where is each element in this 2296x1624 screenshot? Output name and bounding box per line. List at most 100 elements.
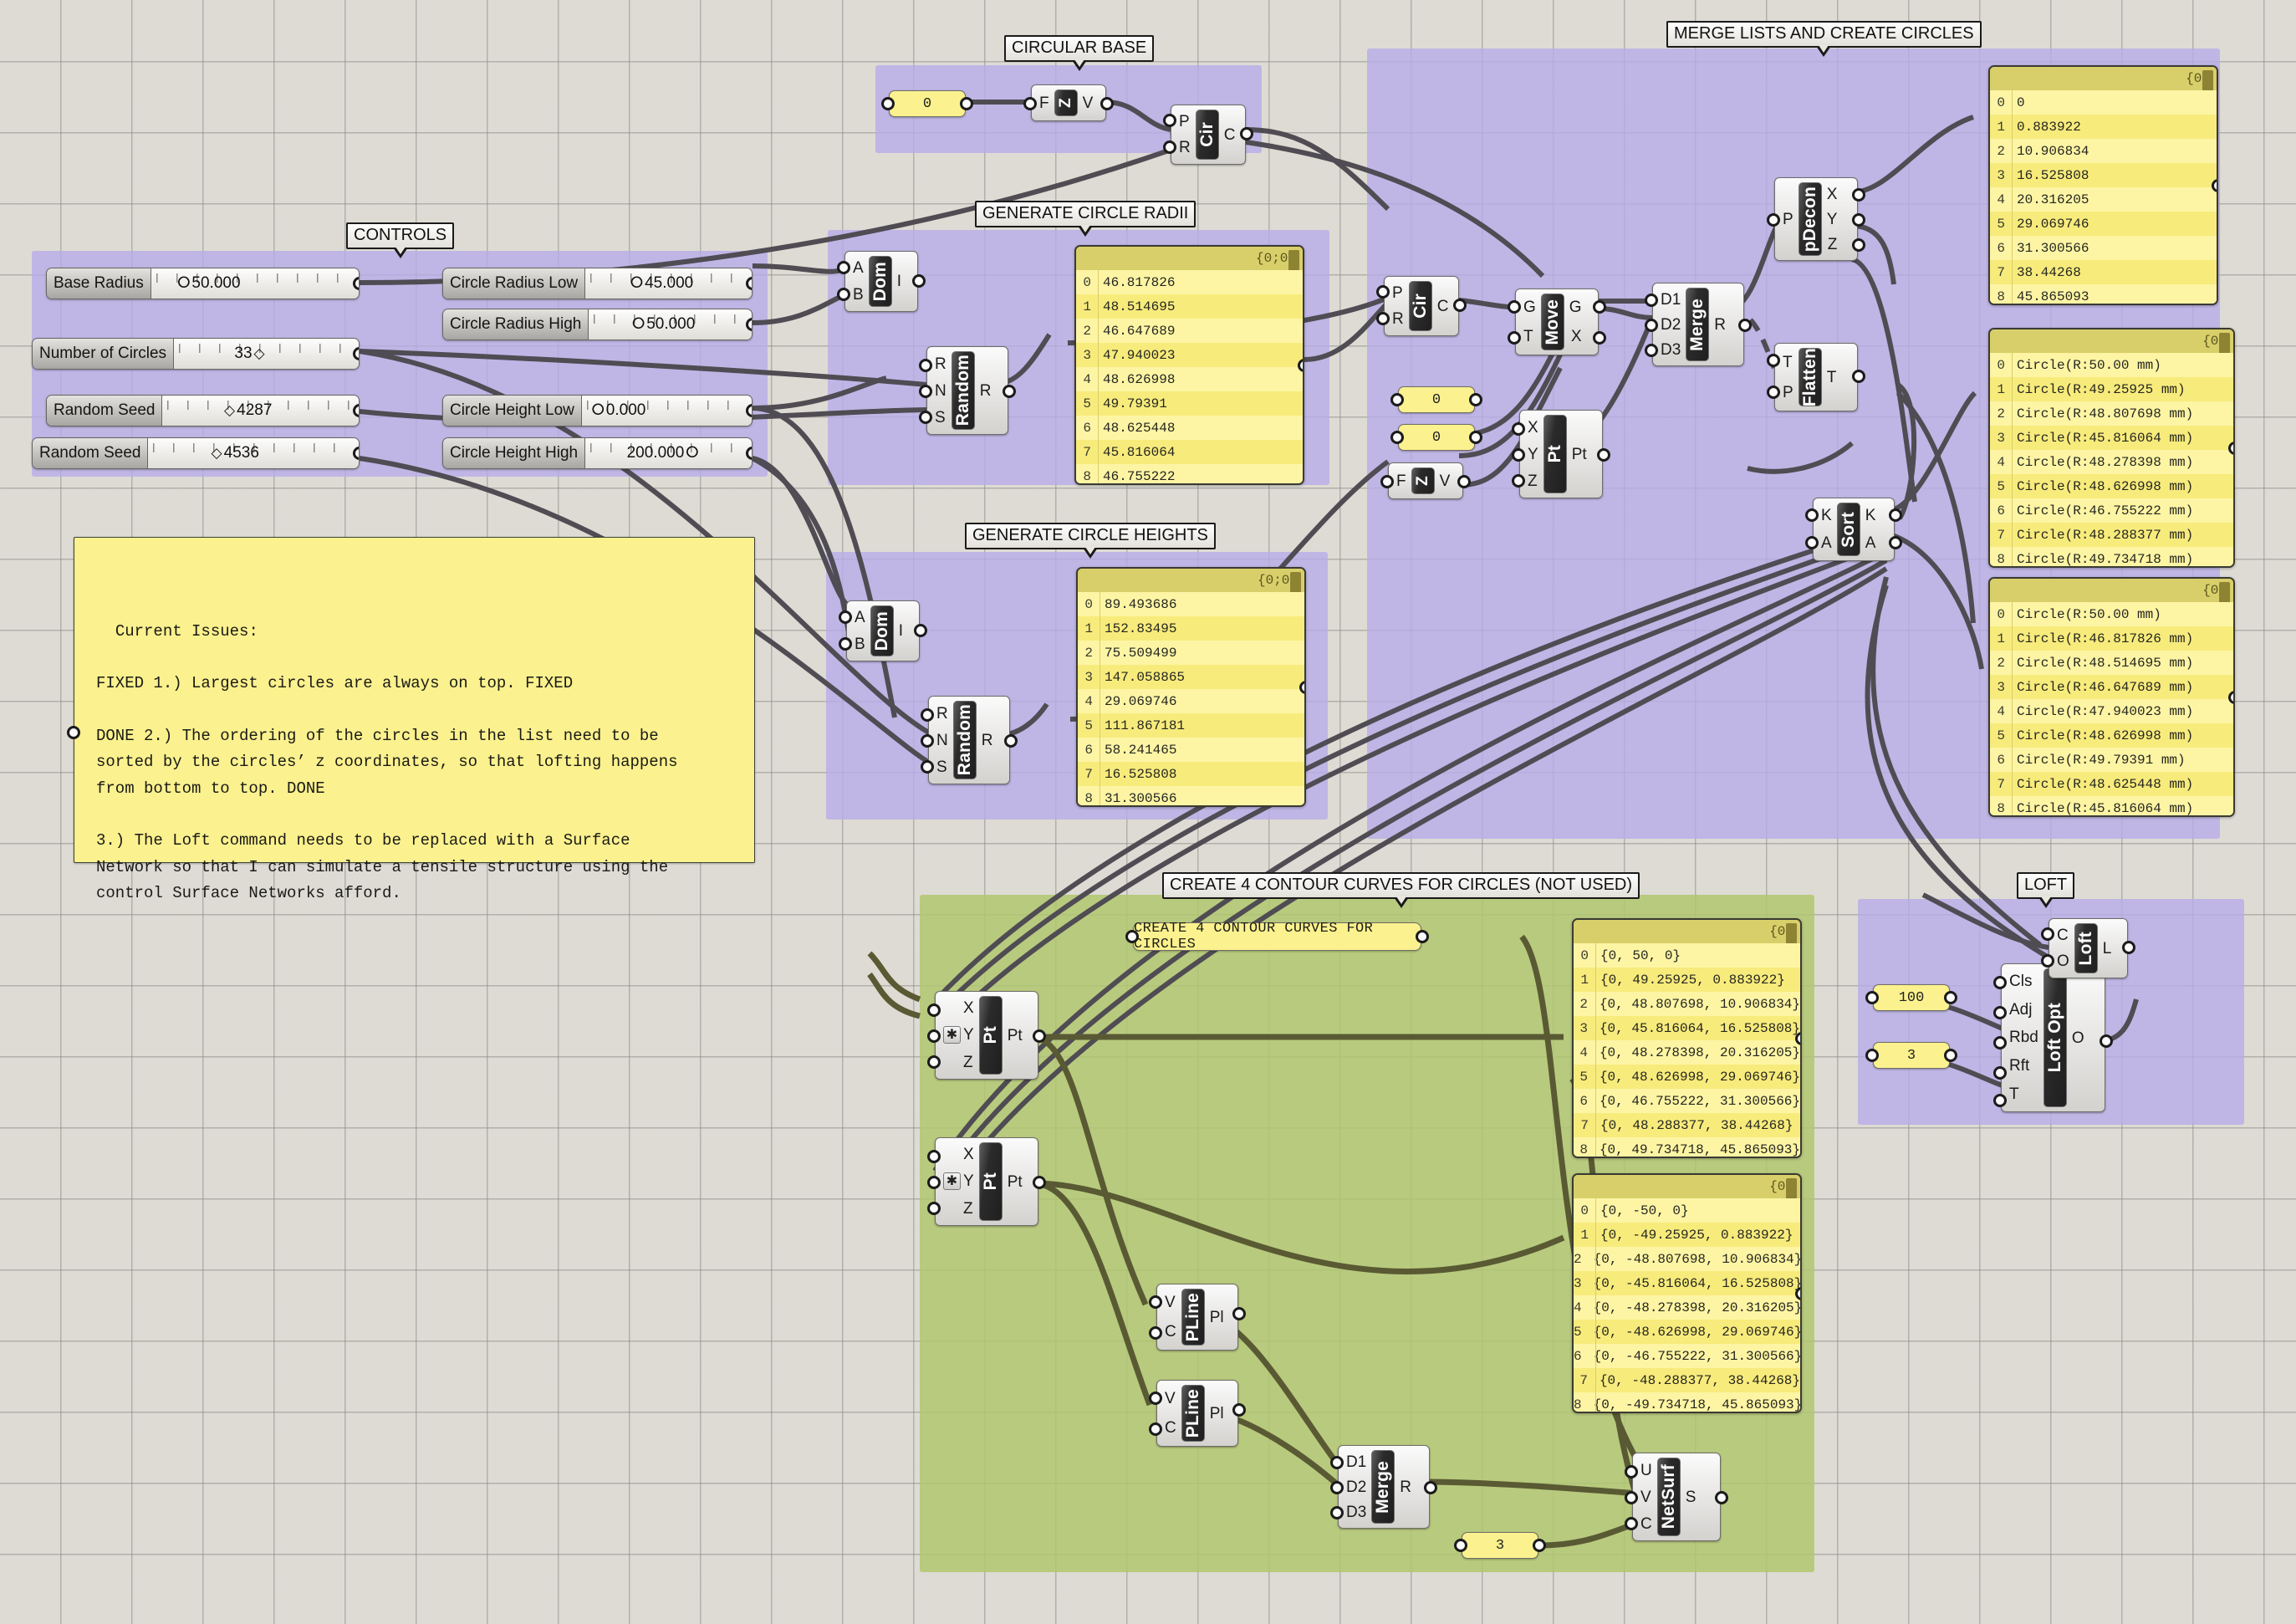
slider-grip-icon[interactable]: ◇	[254, 345, 265, 362]
number-param-base-zero[interactable]: 0	[889, 90, 966, 117]
output-nub-y[interactable]	[1852, 213, 1865, 227]
panel-points-negative[interactable]: {0} 0{0, -50, 0} 1{0, -49.25925, 0.88392…	[1572, 1173, 1802, 1413]
panel-output-nub[interactable]	[2212, 179, 2218, 192]
input-nub-p[interactable]	[1376, 285, 1390, 299]
slider-grip-icon[interactable]: ⭘	[592, 401, 605, 420]
output-nub-k[interactable]	[1889, 508, 1902, 522]
input-nub-cls[interactable]	[1993, 976, 2007, 989]
output-nub-pl[interactable]	[1232, 1307, 1246, 1320]
component-domain-heights[interactable]: A B Dom I	[846, 600, 920, 661]
input-nub-b[interactable]	[839, 637, 852, 651]
slider-track[interactable]: ◇ 4536	[148, 438, 359, 468]
input-nub-n[interactable]	[921, 734, 934, 748]
output-nub-pt[interactable]	[1033, 1029, 1046, 1043]
note-input-nub[interactable]	[67, 726, 80, 739]
output-nub-i[interactable]	[912, 274, 926, 288]
slider-base-radius[interactable]: Base Radius ⭘ 50.000	[46, 268, 360, 299]
slider-track[interactable]: 33 ◇	[174, 339, 359, 369]
input-nub-x[interactable]	[1512, 422, 1525, 436]
label-create-contour-curves[interactable]: CREATE 4 CONTOUR CURVES FOR CIRCLES	[1133, 922, 1421, 951]
slider-circle-radius-low[interactable]: Circle Radius Low ⭘ 45.000	[442, 268, 753, 299]
output-nub[interactable]	[1469, 393, 1482, 406]
note-current-issues[interactable]: Current Issues: FIXED 1.) Largest circle…	[74, 537, 755, 863]
input-nub[interactable]	[1125, 930, 1139, 943]
input-nub-rbd[interactable]	[1993, 1036, 2007, 1049]
input-nub[interactable]	[1390, 431, 1404, 444]
component-random-heights[interactable]: R N S Random R	[928, 696, 1010, 784]
component-merge-top[interactable]: D1 D2 D3 Merge R	[1652, 283, 1744, 366]
output-nub-t[interactable]	[1852, 370, 1865, 383]
graft-asterisk-icon[interactable]: ✱	[943, 1026, 961, 1044]
input-nub-k[interactable]	[1805, 508, 1819, 522]
input-nub-y[interactable]	[927, 1176, 941, 1189]
slider-grip-icon[interactable]: ◇	[224, 402, 235, 419]
input-nub-o[interactable]	[2041, 954, 2054, 968]
slider-random-seed-1[interactable]: Random Seed ◇ 4287	[46, 395, 360, 426]
component-point-xyz[interactable]: X Y Z Pt Pt	[1519, 410, 1603, 498]
number-param-loft-t[interactable]: 3	[1873, 1042, 1950, 1069]
input-nub-c[interactable]	[1149, 1326, 1162, 1340]
output-nub[interactable]	[1416, 930, 1429, 943]
panel-output-nub[interactable]	[2228, 442, 2235, 455]
output-nub-g[interactable]	[1593, 300, 1606, 314]
slider-track[interactable]: ⭘ 0.000	[582, 396, 752, 426]
output-nub-pl[interactable]	[1232, 1403, 1246, 1417]
input-nub-x[interactable]	[927, 1004, 941, 1017]
panel-radii-values[interactable]: {0;0} 046.817826 148.514695 246.647689 3…	[1074, 245, 1304, 485]
input-nub-n[interactable]	[919, 385, 932, 398]
panel-output-nub[interactable]	[2228, 691, 2235, 704]
input-nub-z[interactable]	[927, 1055, 941, 1069]
component-unit-z-base[interactable]: F Z V	[1031, 84, 1106, 121]
output-nub-s[interactable]	[1715, 1491, 1728, 1504]
input-nub-adj[interactable]	[1993, 1006, 2007, 1019]
input-nub-y[interactable]	[1512, 448, 1525, 462]
component-loft-options[interactable]: Cls Adj Rbd Rft T Loft Opt O	[2001, 963, 2105, 1112]
output-nub[interactable]	[960, 97, 973, 110]
output-nub-r[interactable]	[1424, 1481, 1437, 1494]
input-nub-z[interactable]	[927, 1202, 941, 1215]
input-nub-v[interactable]	[1149, 1392, 1162, 1405]
input-nub-t[interactable]	[1993, 1094, 2007, 1107]
component-polyline-1[interactable]: V C PLine Pl	[1156, 1284, 1238, 1351]
slider-grip-icon[interactable]: ⭘	[632, 315, 645, 334]
panel-circles-sorted[interactable]: {0} 0Circle(R:50.00 mm) 1Circle(R:49.259…	[1988, 328, 2235, 568]
input-nub-f[interactable]	[1023, 97, 1037, 110]
input-nub-p[interactable]	[1767, 386, 1780, 399]
input-nub-a[interactable]	[837, 261, 850, 274]
input-nub-rft[interactable]	[1993, 1066, 2007, 1080]
output-nub[interactable]	[1944, 1049, 1957, 1062]
input-nub-d2[interactable]	[1645, 319, 1658, 332]
graft-asterisk-icon[interactable]: ✱	[943, 1172, 961, 1190]
output-nub[interactable]	[1469, 431, 1482, 444]
slider-number-of-circles[interactable]: Number of Circles 33 ◇	[32, 338, 360, 370]
output-nub[interactable]	[1944, 991, 1957, 1004]
output-nub-z[interactable]	[1852, 238, 1865, 252]
component-merge-green[interactable]: D1 D2 D3 Merge R	[1338, 1445, 1430, 1529]
slider-track[interactable]: ⭘ 50.000	[151, 268, 359, 299]
input-nub[interactable]	[1390, 393, 1404, 406]
component-unit-z-pt[interactable]: F Z V	[1388, 462, 1463, 499]
component-loft[interactable]: C O Loft L	[2049, 918, 2128, 978]
input-nub-c[interactable]	[2041, 927, 2054, 941]
input-nub-a[interactable]	[839, 610, 852, 624]
input-nub-u[interactable]	[1625, 1465, 1638, 1478]
slider-track[interactable]: ⭘ 45.000	[585, 268, 752, 299]
output-nub-l[interactable]	[2122, 941, 2135, 954]
panel-heights-values[interactable]: {0;0} 089.493686 1152.83495 275.509499 3…	[1076, 567, 1306, 807]
panel-points-positive[interactable]: {0} 0{0, 50, 0} 1{0, 49.25925, 0.883922}…	[1572, 918, 1802, 1158]
slider-circle-height-low[interactable]: Circle Height Low ⭘ 0.000	[442, 395, 753, 426]
output-nub-r[interactable]	[1004, 734, 1018, 748]
input-nub-b[interactable]	[837, 288, 850, 301]
slider-grip-icon[interactable]: ⭘	[686, 444, 698, 462]
component-move[interactable]: G T Move G X	[1515, 289, 1599, 355]
input-nub-d3[interactable]	[1330, 1506, 1344, 1519]
output-nub[interactable]	[1533, 1539, 1546, 1552]
number-param-netsurf-c[interactable]: 3	[1462, 1532, 1538, 1559]
number-param-pt-x[interactable]: 0	[1398, 386, 1475, 413]
component-domain-radii[interactable]: A B Dom I	[844, 251, 918, 312]
panel-circles-unsorted[interactable]: {0} 0Circle(R:50.00 mm) 1Circle(R:46.817…	[1988, 577, 2235, 817]
slider-track[interactable]: ⭘ 50.000	[589, 309, 752, 340]
output-nub-r[interactable]	[1003, 385, 1016, 398]
input-nub[interactable]	[881, 97, 895, 110]
component-circle-base[interactable]: P R Cir C	[1171, 105, 1246, 165]
